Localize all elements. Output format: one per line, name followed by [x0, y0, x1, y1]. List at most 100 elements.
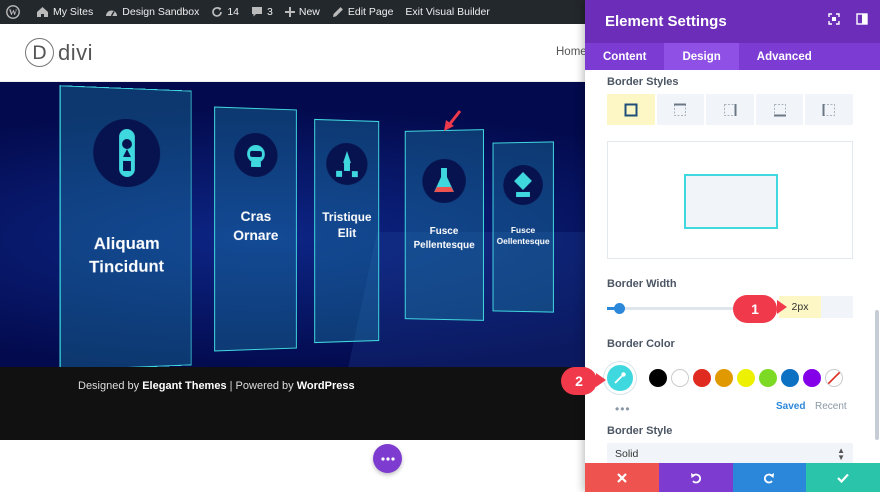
card-aliquam[interactable]: Aliquam Tincidunt [59, 85, 192, 367]
edit-page-label: Edit Page [347, 6, 394, 18]
my-sites-menu[interactable]: My Sites [30, 0, 99, 24]
swatch-black[interactable] [649, 369, 667, 387]
undo-icon [690, 472, 701, 483]
exit-builder-button[interactable]: Exit Visual Builder [399, 0, 495, 24]
pencil-icon [332, 7, 343, 17]
border-left-icon [822, 103, 836, 116]
border-bottom-button[interactable] [755, 94, 804, 125]
split-view-icon[interactable] [856, 13, 868, 25]
tab-content[interactable]: Content [585, 43, 664, 70]
saved-colors-tab[interactable]: Saved [776, 401, 805, 412]
border-top-icon [674, 103, 687, 116]
home-icon [37, 7, 48, 17]
card-fusce-oellentesque[interactable]: Fusce Oellentesque [492, 141, 554, 313]
swatch-green[interactable] [759, 369, 777, 387]
wp-logo-button[interactable]: W [0, 0, 30, 24]
pointer-arrow-icon [444, 110, 462, 131]
border-left-button[interactable] [805, 94, 853, 125]
undo-button[interactable] [658, 463, 733, 492]
step-badge-2: 2 [561, 367, 597, 395]
border-bottom-icon [773, 103, 786, 116]
border-style-value: Solid [615, 448, 639, 460]
card-title-line: Aliquam [93, 233, 160, 254]
svg-text:W: W [9, 7, 18, 17]
updates-button[interactable]: 14 [205, 0, 245, 24]
swatch-none[interactable] [825, 369, 843, 387]
border-right-icon [723, 103, 737, 116]
border-width-input[interactable]: 2px [779, 296, 853, 318]
step-badge-1: 1 [733, 295, 777, 323]
badge-2-pointer [596, 373, 606, 387]
footer-separator: | Powered by [226, 380, 297, 392]
border-all-button[interactable] [607, 94, 655, 125]
panel-scrollbar[interactable] [875, 310, 879, 440]
panel-header: Element Settings [585, 0, 880, 43]
color-swatches [607, 365, 847, 391]
footer-brand-link[interactable]: Elegant Themes [142, 380, 226, 392]
site-logo[interactable]: D divi [25, 38, 93, 67]
tab-design[interactable]: Design [664, 43, 739, 70]
card-cras-ornare[interactable]: Cras Ornare [214, 106, 297, 352]
nav-home-link[interactable]: Home [556, 46, 587, 58]
builder-more-button[interactable] [373, 444, 402, 473]
border-all-icon [624, 103, 638, 116]
panel-tabs: Content Design Advanced [585, 43, 880, 70]
redo-button[interactable] [732, 463, 807, 492]
card-tristique-elit[interactable]: Tristique Elit [314, 118, 380, 344]
card-title-line: Ornare [233, 226, 279, 243]
logo-mark: D [25, 38, 54, 67]
border-style-label: Border Style [607, 425, 673, 437]
helmet-icon [234, 132, 278, 178]
my-sites-label: My Sites [53, 6, 94, 18]
redo-icon [764, 472, 775, 483]
card-fusce-pellentesque[interactable]: Fusce Pellentesque [404, 129, 484, 321]
swatch-purple[interactable] [803, 369, 821, 387]
card-title-line: Fusce [429, 225, 459, 238]
comments-count: 3 [267, 6, 273, 18]
more-swatches-button[interactable]: ••• [615, 402, 631, 416]
save-button[interactable] [806, 463, 880, 492]
footer-credits: Designed by Elegant Themes | Powered by … [78, 380, 355, 392]
wordpress-icon: W [6, 5, 20, 19]
comment-icon [252, 7, 263, 17]
cancel-button[interactable] [585, 463, 659, 492]
comments-button[interactable]: 3 [245, 0, 279, 24]
border-preview-box [684, 174, 778, 229]
swatch-orange[interactable] [715, 369, 733, 387]
footer-prefix: Designed by [78, 380, 143, 392]
badge-1-pointer [777, 300, 787, 314]
card-title-line: Tristique [322, 209, 372, 225]
plus-icon [284, 7, 295, 17]
card-title-line: Cras [240, 207, 272, 225]
slider-handle[interactable] [614, 303, 625, 314]
card-title-line: Fusce [510, 224, 536, 236]
footer-wordpress-link[interactable]: WordPress [297, 380, 355, 392]
expand-icon[interactable] [828, 13, 840, 25]
new-content-button[interactable]: New [279, 0, 326, 24]
card-title-line: Oellentesque [496, 236, 550, 247]
select-arrows-icon: ▲ ▼ [837, 446, 845, 462]
site-name-label: Design Sandbox [122, 6, 200, 18]
refresh-icon [212, 7, 223, 17]
border-top-button[interactable] [656, 94, 705, 125]
swatch-blue[interactable] [781, 369, 799, 387]
no-color-icon [827, 371, 841, 385]
launch-icon [326, 142, 368, 186]
site-name-menu[interactable]: Design Sandbox [99, 0, 205, 24]
exit-builder-label: Exit Visual Builder [405, 6, 490, 18]
rocket-icon [93, 117, 161, 188]
eyedropper-icon [614, 372, 626, 384]
recent-colors-tab[interactable]: Recent [815, 401, 847, 412]
tab-advanced[interactable]: Advanced [739, 43, 830, 70]
swatch-yellow[interactable] [737, 369, 755, 387]
edit-page-button[interactable]: Edit Page [326, 0, 400, 24]
color-picker-button[interactable] [607, 365, 633, 391]
border-right-button[interactable] [706, 94, 754, 125]
swatch-red[interactable] [693, 369, 711, 387]
swatch-white[interactable] [671, 369, 689, 387]
card-title-line: Elit [337, 226, 357, 241]
border-style-select[interactable]: Solid ▲ ▼ [607, 443, 853, 465]
border-preview [607, 141, 853, 259]
panel-body: Border Styles Border Width 2px Border Co… [585, 70, 880, 465]
panel-footer [585, 463, 880, 492]
